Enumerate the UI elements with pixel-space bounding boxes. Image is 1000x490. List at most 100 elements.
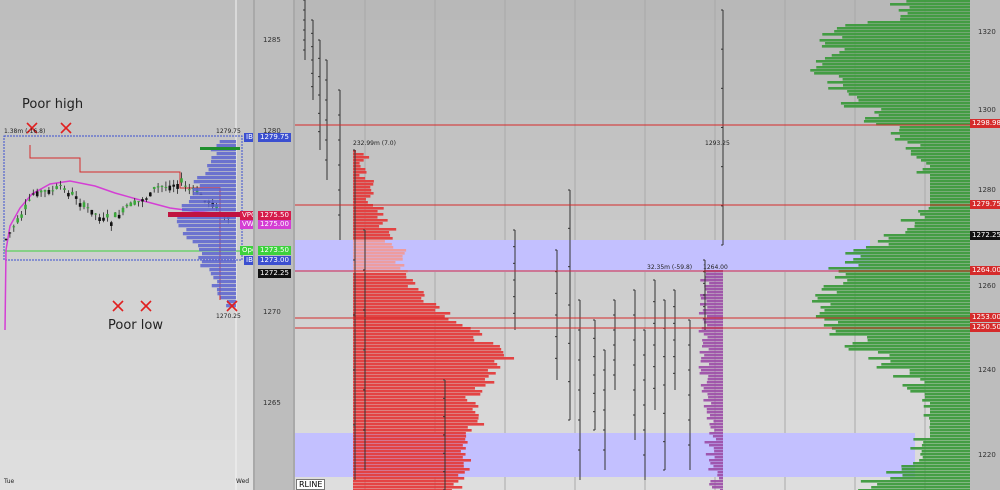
purple-volume-profile-bar (706, 411, 723, 414)
red-volume-profile-bar (353, 249, 407, 252)
background-band (0, 340, 255, 360)
green-volume-profile-bar (840, 102, 970, 105)
red-volume-profile-bar (353, 183, 374, 186)
intraday-chart-panel[interactable]: Poor high Poor low 1.38m (-16.8) 1279.75… (0, 0, 265, 490)
candle-body (20, 214, 23, 218)
green-volume-profile-bar (929, 426, 970, 429)
red-volume-profile-bar (353, 369, 488, 372)
volume-profile-bar (217, 292, 236, 296)
green-volume-profile-bar (848, 93, 970, 96)
red-volume-profile-bar (353, 255, 403, 258)
background-band (295, 180, 970, 200)
green-volume-profile-bar (821, 288, 970, 291)
last-price-tag: 1272.25 (258, 269, 291, 278)
red-volume-profile-bar (353, 441, 468, 444)
green-volume-profile-bar (922, 168, 970, 171)
purple-volume-profile-bar (706, 300, 723, 303)
vpoc-bar (168, 212, 240, 217)
background-band (0, 40, 255, 60)
green-volume-profile-bar (834, 276, 970, 279)
red-volume-profile-bar (353, 240, 385, 243)
purple-volume-profile-bar (700, 360, 723, 363)
purple-volume-profile-bar (708, 396, 723, 399)
green-volume-profile-bar (920, 453, 970, 456)
candle-body (71, 191, 74, 195)
red-volume-profile-bar (353, 336, 474, 339)
green-volume-profile-bar (874, 111, 970, 114)
purple-volume-profile-bar (706, 417, 723, 420)
red-volume-profile-bar (353, 486, 463, 489)
profile2-price-label: 1264.00 (703, 264, 728, 271)
candle-body (90, 209, 94, 215)
purple-volume-profile-bar (709, 483, 723, 486)
purple-volume-profile-bar (709, 459, 723, 462)
green-volume-profile-bar (905, 147, 970, 150)
green-volume-profile-bar (827, 81, 970, 84)
green-volume-profile-bar (858, 99, 970, 102)
green-volume-profile-bar (847, 90, 970, 93)
green-volume-profile-bar (848, 348, 970, 351)
candle-body (180, 178, 183, 183)
green-volume-profile-bar (930, 195, 970, 198)
red-volume-profile-bar (353, 174, 360, 177)
red-volume-profile-bar (353, 165, 361, 168)
volume-profile-bar (192, 240, 236, 244)
green-volume-profile-bar (812, 300, 970, 303)
red-volume-profile-bar (353, 195, 371, 198)
purple-volume-profile-bar (705, 276, 723, 279)
red-volume-profile-bar (353, 279, 413, 282)
purple-volume-profile-bar (703, 399, 723, 402)
green-volume-profile-bar (914, 225, 970, 228)
volume-profile-bar (181, 204, 236, 208)
axis-tick: 1220 (978, 451, 996, 459)
purple-volume-profile-bar (699, 351, 723, 354)
red-volume-profile-bar (353, 333, 483, 336)
level-tag-2: 1279.75 (970, 200, 1000, 209)
poor-high-annotation: Poor high (22, 97, 84, 112)
green-volume-profile-bar (853, 249, 970, 252)
purple-volume-profile-bar (706, 315, 723, 318)
red-volume-profile-bar (353, 258, 403, 261)
background-band (295, 0, 970, 20)
green-volume-profile-bar (835, 330, 970, 333)
green-volume-profile-bar (920, 213, 970, 216)
red-volume-profile-bar (353, 252, 405, 255)
rline-button[interactable]: RLINE (296, 479, 326, 490)
green-volume-profile-bar (930, 201, 970, 204)
red-volume-profile-bar (353, 210, 378, 213)
purple-volume-profile-bar (709, 363, 723, 366)
green-volume-profile-bar (909, 369, 970, 372)
red-volume-profile-bar (353, 447, 466, 450)
purple-volume-profile-bar (714, 456, 723, 459)
purple-volume-profile-bar (714, 450, 723, 453)
green-volume-profile-bar (876, 366, 970, 369)
green-volume-profile-bar (867, 21, 970, 24)
green-volume-profile-bar (860, 480, 970, 483)
green-volume-profile-bar (930, 423, 970, 426)
purple-volume-profile-bar (719, 477, 723, 480)
volume-profile-bar (208, 168, 236, 172)
red-volume-profile-bar (353, 330, 480, 333)
volume-profile-bar (197, 176, 236, 180)
purple-volume-profile-bar (714, 429, 723, 432)
green-volume-profile-bar (858, 264, 970, 267)
background-band (295, 160, 970, 180)
red-volume-profile-bar (353, 246, 394, 249)
background-band (0, 20, 255, 40)
volume-profile-bar (193, 180, 236, 184)
volume-profile-panel[interactable]: 232.99m (7.0) 32.35m (-59.8) 1264.00 129… (295, 0, 970, 490)
green-volume-profile-bar (930, 183, 970, 186)
volume-profile-bar (216, 152, 236, 156)
ibl-price-tag: 1273.00 (258, 256, 291, 265)
green-volume-profile-bar (843, 84, 970, 87)
red-volume-profile-bar (353, 390, 483, 393)
green-volume-profile-bar (907, 228, 970, 231)
purple-volume-profile-bar (701, 357, 723, 360)
volume-profile-bar (201, 260, 236, 264)
red-volume-profile-bar (353, 297, 422, 300)
red-volume-profile-bar (353, 306, 440, 309)
candle-body (133, 200, 136, 205)
background-band (295, 220, 970, 240)
candle-body (156, 186, 160, 188)
green-volume-profile-bar (847, 279, 970, 282)
